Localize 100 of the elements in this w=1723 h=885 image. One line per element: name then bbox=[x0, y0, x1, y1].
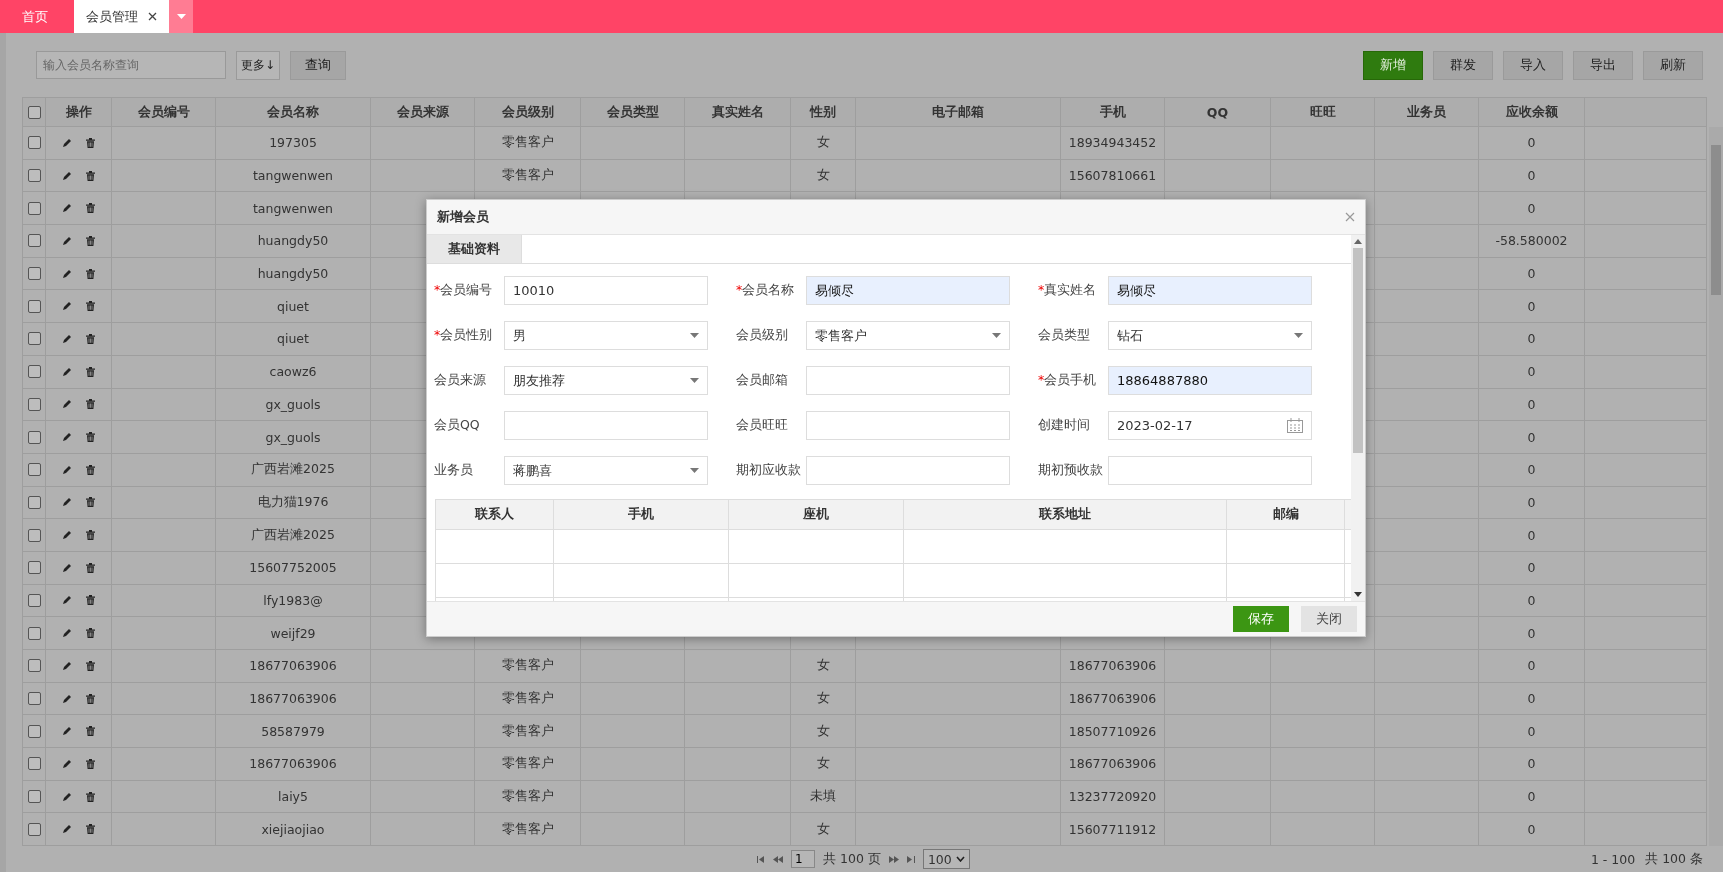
page-number-field[interactable]: 1 bbox=[791, 850, 816, 869]
checkbox[interactable] bbox=[27, 593, 41, 607]
query-button[interactable]: 查询 bbox=[290, 50, 347, 80]
trash-icon[interactable] bbox=[86, 628, 95, 639]
scrollbar[interactable] bbox=[1351, 235, 1365, 601]
toolbar-button[interactable]: 群发 bbox=[1433, 50, 1493, 80]
checkbox[interactable] bbox=[27, 397, 41, 411]
pencil-icon[interactable] bbox=[62, 137, 72, 148]
input-field[interactable]: 18864887880 bbox=[1108, 366, 1312, 395]
scroll-down-icon[interactable] bbox=[1354, 592, 1362, 597]
checkbox[interactable] bbox=[27, 757, 41, 771]
trash-icon[interactable] bbox=[86, 366, 95, 377]
scrollbar[interactable] bbox=[1709, 127, 1723, 847]
trash-icon[interactable] bbox=[86, 268, 95, 279]
checkbox[interactable] bbox=[27, 822, 41, 836]
checkbox[interactable] bbox=[27, 267, 41, 281]
checkbox[interactable] bbox=[27, 692, 41, 706]
date-field[interactable]: 2023-02-17 bbox=[1108, 411, 1312, 440]
page-size-select[interactable]: 100 bbox=[922, 849, 970, 870]
checkbox[interactable] bbox=[27, 430, 41, 444]
trash-icon[interactable] bbox=[86, 333, 95, 344]
pencil-icon[interactable] bbox=[62, 333, 72, 344]
pencil-icon[interactable] bbox=[62, 497, 72, 508]
trash-icon[interactable] bbox=[86, 464, 95, 475]
toolbar-button[interactable]: 导出 bbox=[1573, 50, 1633, 80]
input-field[interactable] bbox=[504, 411, 708, 440]
input-field[interactable] bbox=[806, 411, 1010, 440]
pencil-icon[interactable] bbox=[62, 268, 72, 279]
checkbox[interactable] bbox=[27, 724, 41, 738]
checkbox[interactable] bbox=[27, 365, 41, 379]
input-field[interactable] bbox=[806, 456, 1010, 485]
pencil-icon[interactable] bbox=[62, 628, 72, 639]
toolbar-button[interactable]: 刷新 bbox=[1643, 50, 1703, 80]
trash-icon[interactable] bbox=[86, 399, 95, 410]
select-field[interactable]: 零售客户 bbox=[806, 321, 1010, 350]
checkbox[interactable] bbox=[27, 626, 41, 640]
input-field[interactable]: 易倾尽 bbox=[806, 276, 1010, 305]
close-button[interactable]: 关闭 bbox=[1301, 606, 1357, 632]
pencil-icon[interactable] bbox=[62, 595, 72, 606]
trash-icon[interactable] bbox=[86, 432, 95, 443]
toolbar-button[interactable]: 新增 bbox=[1363, 50, 1423, 80]
pencil-icon[interactable] bbox=[62, 170, 72, 181]
pencil-icon[interactable] bbox=[62, 758, 72, 769]
pencil-icon[interactable] bbox=[62, 824, 72, 835]
input-field[interactable] bbox=[1108, 456, 1312, 485]
trash-icon[interactable] bbox=[86, 497, 95, 508]
input-field[interactable] bbox=[806, 366, 1010, 395]
pencil-icon[interactable] bbox=[62, 660, 72, 671]
select-field[interactable]: 蒋鹏喜 bbox=[504, 456, 708, 485]
pencil-icon[interactable] bbox=[62, 726, 72, 737]
toolbar-button[interactable]: 导入 bbox=[1503, 50, 1563, 80]
select-field[interactable]: 男 bbox=[504, 321, 708, 350]
pencil-icon[interactable] bbox=[62, 464, 72, 475]
checkbox[interactable] bbox=[27, 234, 41, 248]
pencil-icon[interactable] bbox=[62, 791, 72, 802]
checkbox[interactable] bbox=[27, 528, 41, 542]
pencil-icon[interactable] bbox=[62, 301, 72, 312]
pencil-icon[interactable] bbox=[62, 530, 72, 541]
trash-icon[interactable] bbox=[86, 791, 95, 802]
checkbox[interactable] bbox=[27, 495, 41, 509]
checkbox[interactable] bbox=[27, 463, 41, 477]
close-icon[interactable] bbox=[148, 12, 157, 21]
pencil-icon[interactable] bbox=[62, 432, 72, 443]
trash-icon[interactable] bbox=[86, 595, 95, 606]
previous-page-icon[interactable] bbox=[773, 855, 784, 863]
first-page-icon[interactable] bbox=[757, 855, 766, 863]
checkbox[interactable] bbox=[27, 659, 41, 673]
trash-icon[interactable] bbox=[86, 301, 95, 312]
scroll-up-icon[interactable] bbox=[1354, 239, 1362, 244]
trash-icon[interactable] bbox=[86, 137, 95, 148]
save-button[interactable]: 保存 bbox=[1233, 606, 1289, 632]
select-field[interactable]: 钻石 bbox=[1108, 321, 1312, 350]
input-field[interactable]: 10010 bbox=[504, 276, 708, 305]
trash-icon[interactable] bbox=[86, 235, 95, 246]
search-field[interactable]: 输入会员名称查询 bbox=[36, 51, 226, 79]
trash-icon[interactable] bbox=[86, 824, 95, 835]
input-field[interactable]: 易倾尽 bbox=[1108, 276, 1312, 305]
checkbox[interactable] bbox=[27, 169, 41, 183]
tab[interactable]: 会员管理 bbox=[74, 0, 169, 33]
checkbox[interactable] bbox=[27, 561, 41, 575]
checkbox[interactable] bbox=[27, 105, 41, 119]
trash-icon[interactable] bbox=[86, 660, 95, 671]
pencil-icon[interactable] bbox=[62, 562, 72, 573]
more-button[interactable]: 更多↓ bbox=[236, 50, 281, 80]
trash-icon[interactable] bbox=[86, 530, 95, 541]
pencil-icon[interactable] bbox=[62, 693, 72, 704]
trash-icon[interactable] bbox=[86, 170, 95, 181]
pencil-icon[interactable] bbox=[62, 366, 72, 377]
pencil-icon[interactable] bbox=[62, 203, 72, 214]
tab[interactable]: 基础资料 bbox=[427, 235, 522, 263]
checkbox[interactable] bbox=[27, 201, 41, 215]
trash-icon[interactable] bbox=[86, 693, 95, 704]
select-field[interactable]: 朋友推荐 bbox=[504, 366, 708, 395]
trash-icon[interactable] bbox=[86, 758, 95, 769]
checkbox[interactable] bbox=[27, 790, 41, 804]
pencil-icon[interactable] bbox=[62, 399, 72, 410]
checkbox[interactable] bbox=[27, 299, 41, 313]
last-page-icon[interactable] bbox=[906, 855, 915, 863]
next-page-icon[interactable] bbox=[888, 855, 899, 863]
trash-icon[interactable] bbox=[86, 726, 95, 737]
